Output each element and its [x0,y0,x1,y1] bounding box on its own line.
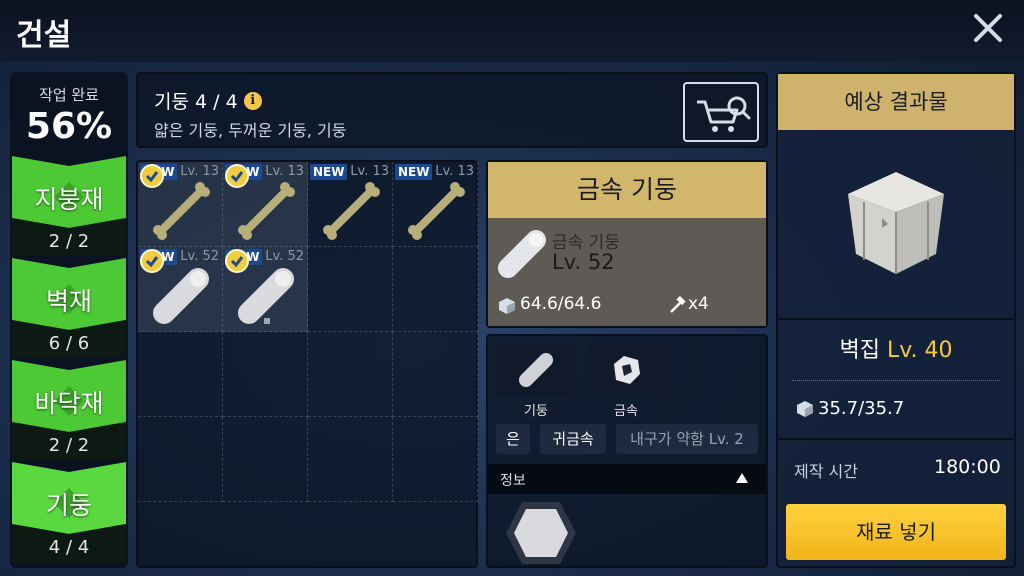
item-level: Lv. 13 [350,164,389,179]
empty-slot [308,247,393,332]
category-header: 기둥 4 / 4 i 얇은 기둥, 두꺼운 기둥, 기둥 [136,72,768,148]
hexagon-slot-icon [506,502,576,564]
detail-stats: 64.6/64.6 x4 [496,294,758,320]
grid-item[interactable]: NEW Lv. 52 [138,247,223,332]
shop-search-button[interactable] [683,82,759,142]
grid-item[interactable]: NEW Lv. 13 [223,162,308,247]
durability-cube-icon [797,401,813,417]
grid-item[interactable]: NEW Lv. 13 [308,162,393,247]
result-level: Lv. 40 [886,338,953,363]
category-name: 기둥 [45,491,92,520]
category-count: 2 / 2 [48,231,90,252]
divider [778,438,1014,440]
empty-slot [393,417,478,502]
prop-label: 기둥 [524,404,548,419]
detail-count: x4 [688,294,709,314]
top-bar: 건설 [0,0,1024,62]
add-materials-button[interactable]: 재료 넣기 [786,504,1006,560]
empty-slot [138,417,223,502]
grid-item[interactable]: NEW Lv. 13 [138,162,223,247]
item-level: Lv. 13 [435,164,474,179]
durability-cube-icon [499,298,515,314]
check-badge-icon [225,164,249,188]
item-grid: NEW Lv. 13 NEW Lv. 13 NEW Lv. 13 NEW Lv.… [136,160,478,568]
category-tab-roof[interactable]: 지붕재 2 / 2 [12,156,126,256]
check-badge-icon [140,249,164,273]
grid-item[interactable]: NEW Lv. 13 [393,162,478,247]
category-count: 6 / 6 [48,333,90,354]
category-name: 지붕재 [34,185,104,214]
category-name: 벽재 [45,287,92,316]
detail-title: 금속 기둥 [488,162,766,218]
craft-time-label: 제작 시간 [794,462,858,481]
screen-title: 건설 [16,18,72,53]
progress-box: 작업 완료 56% [10,72,128,156]
progress-value: 56% [25,106,113,147]
craft-time-value: 180:00 [934,456,1001,478]
empty-slot [308,417,393,502]
cart-search-icon [697,96,751,132]
tag-silver[interactable]: 은 [496,424,530,454]
category-count: 4 / 4 [48,537,90,558]
check-badge-icon [225,249,249,273]
info-section-label: 정보 [500,473,526,489]
collapse-arrow-icon[interactable] [736,473,748,483]
hammer-icon [670,296,686,313]
category-title: 기둥 4 / 4 [154,91,238,113]
category-name: 바닥재 [34,389,104,418]
tag-weak-durability[interactable]: 내구가 약함 Lv. 2 [616,424,758,454]
bone-icon [153,182,210,240]
expected-result-panel: 예상 결과물 벽집 Lv. 40 35.7/35.7 제작 시간 180:00 … [776,72,1016,568]
empty-slot [138,332,223,417]
item-level: Lv. 52 [180,249,219,264]
empty-slot [308,332,393,417]
metal-pillar-icon [153,268,209,324]
category-tab-wall[interactable]: 벽재 6 / 6 [12,258,126,358]
category-tab-pillar[interactable]: 기둥 4 / 4 [12,462,126,562]
category-subtitle: 얇은 기둥, 두꺼운 기둥, 기둥 [154,121,347,140]
empty-slot [393,332,478,417]
detail-body: 금속 기둥 Lv. 52 64.6/64.6 x4 [488,218,766,326]
close-icon [974,14,1002,42]
item-level: Lv. 52 [265,249,304,264]
prop-label: 금속 [614,404,638,419]
quantity-dot [264,318,270,324]
bone-icon [238,182,295,240]
detail-item-level: Lv. 52 [552,250,615,274]
new-badge: NEW [310,164,348,180]
prop-chip-metal[interactable] [586,344,666,396]
metal-pillar-icon [498,230,546,278]
tag-precious-metal[interactable]: 귀금속 [540,424,606,454]
item-level: Lv. 13 [180,164,219,179]
progress-label: 작업 완료 [39,86,99,104]
new-badge: NEW [395,164,433,180]
dotted-divider [792,380,1000,381]
metal-icon [614,356,640,384]
result-title: 예상 결과물 [778,74,1014,130]
bone-icon [408,182,465,240]
bone-icon [323,182,380,240]
pillar-icon [519,353,553,387]
prop-chip-pillar[interactable] [496,344,576,396]
category-column: 작업 완료 56% 지붕재 2 / 2 벽재 6 / 6 바닥재 2 / 2 기… [10,72,128,568]
divider [778,318,1014,320]
result-name-row: 벽집 Lv. 40 [778,332,1014,364]
empty-slot [223,332,308,417]
result-durability: 35.7/35.7 [818,398,905,419]
check-badge-icon [140,164,164,188]
detail-durability: 64.6/64.6 [520,294,602,314]
info-section-bar[interactable]: 정보 [488,464,766,494]
info-icon[interactable]: i [243,91,262,110]
close-button[interactable] [968,8,1008,48]
empty-slot [223,417,308,502]
result-name: 벽집 [839,338,880,363]
wall-house-icon [848,172,944,274]
category-count: 2 / 2 [48,435,90,456]
item-properties: 기둥 금속 은 귀금속 내구가 약함 Lv. 2 정보 [486,334,768,568]
selected-item-detail: 금속 기둥 금속 기둥 Lv. 52 64.6/64.6 x4 [486,160,768,328]
empty-slot [393,247,478,332]
item-level: Lv. 13 [265,164,304,179]
category-tab-floor[interactable]: 바닥재 2 / 2 [12,360,126,460]
